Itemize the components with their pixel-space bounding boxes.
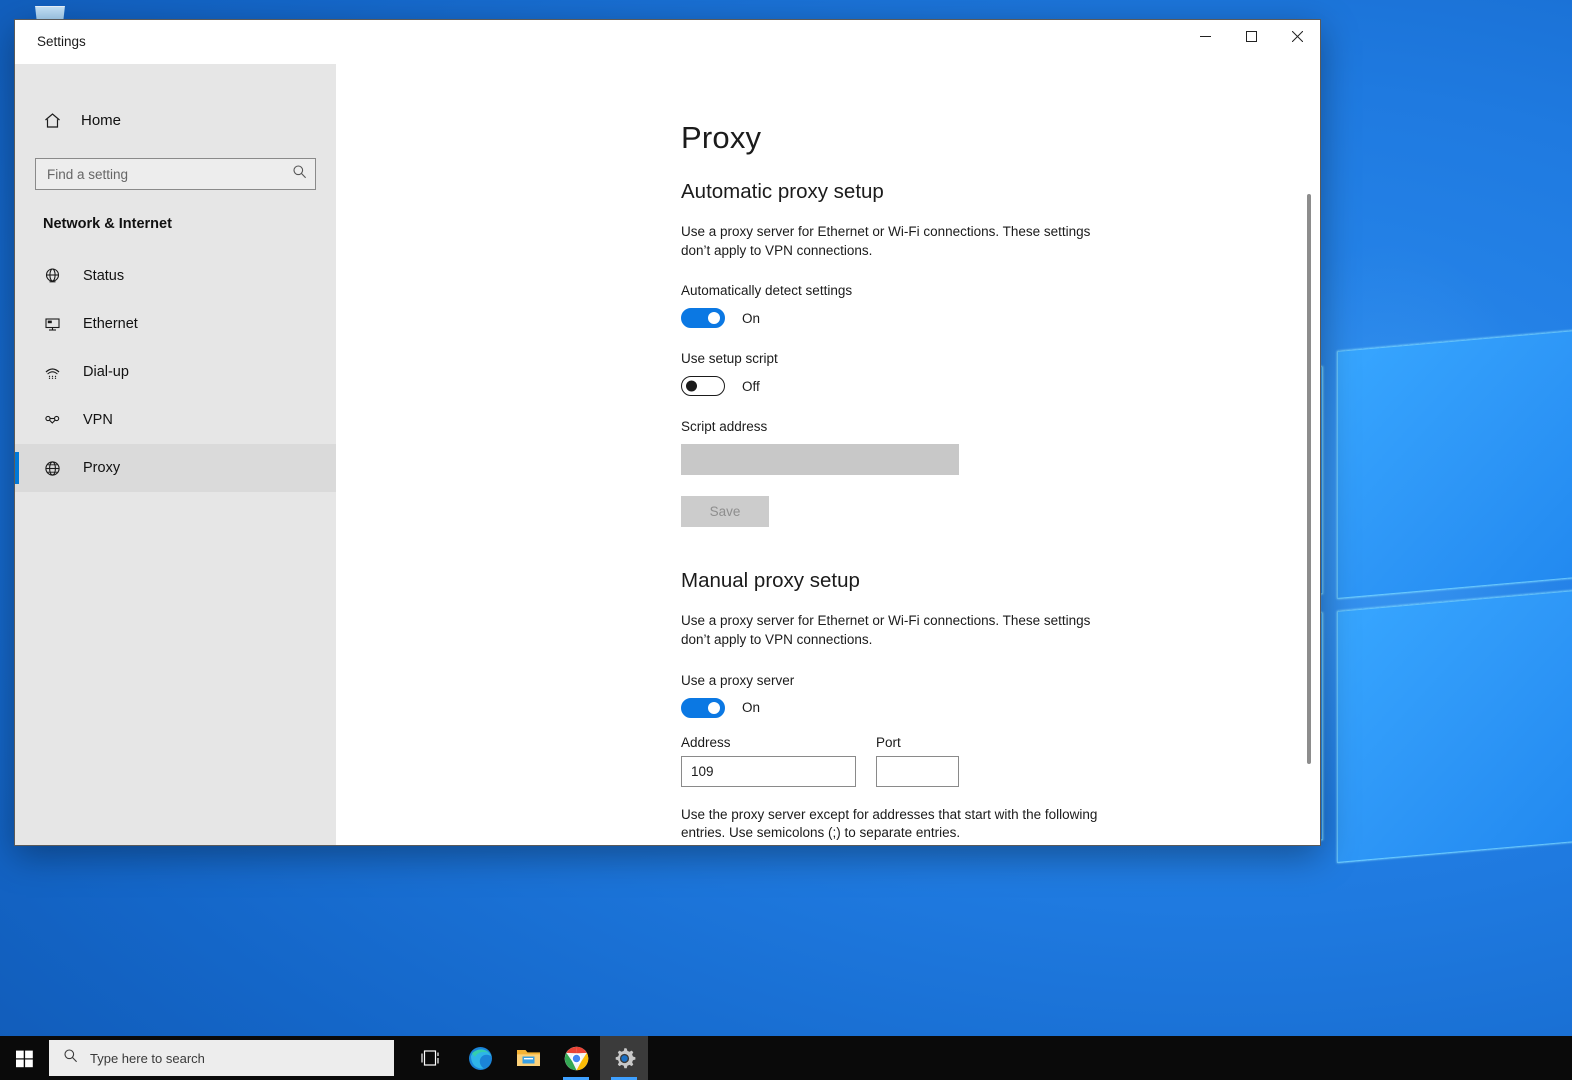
settings-search-box[interactable] [35, 158, 316, 190]
use-setup-script-toggle[interactable] [681, 376, 725, 396]
globe-status-icon [41, 267, 63, 286]
sidebar-item-home[interactable]: Home [41, 100, 336, 140]
address-field-group: Address [681, 735, 856, 787]
automatic-proxy-section-title: Automatic proxy setup [681, 180, 1320, 204]
address-input[interactable] [681, 756, 856, 787]
desktop-background: Recycle Bin Settings [0, 0, 1572, 1080]
use-setup-script-toggle-row: Off [681, 376, 1320, 396]
settings-content-area: Proxy Automatic proxy setup Use a proxy … [336, 64, 1320, 845]
ethernet-icon [41, 315, 63, 334]
taskbar-search-placeholder: Type here to search [90, 1051, 205, 1066]
port-input[interactable] [876, 756, 959, 787]
settings-window: Settings [14, 19, 1321, 846]
sidebar-item-label: Ethernet [83, 316, 138, 332]
sidebar-category-title: Network & Internet [43, 216, 336, 232]
sidebar-nav-list: Status Ethernet [15, 252, 336, 492]
use-proxy-server-toggle[interactable] [681, 698, 725, 718]
sidebar-item-status[interactable]: Status [15, 252, 336, 300]
search-icon [292, 164, 307, 184]
use-proxy-server-label: Use a proxy server [681, 673, 1320, 688]
scrollbar-thumb[interactable] [1307, 194, 1311, 764]
toggle-knob [708, 312, 720, 324]
minimize-button[interactable] [1182, 20, 1228, 52]
page-title: Proxy [681, 120, 1320, 156]
taskbar: Type here to search [0, 1036, 1572, 1080]
task-view-button[interactable] [408, 1036, 456, 1080]
auto-detect-label: Automatically detect settings [681, 283, 1320, 298]
maximize-button[interactable] [1228, 20, 1274, 52]
google-chrome-button[interactable] [552, 1036, 600, 1080]
windows-start-icon [15, 1049, 34, 1068]
manual-proxy-description: Use a proxy server for Ethernet or Wi-Fi… [681, 612, 1111, 649]
search-icon [63, 1048, 78, 1068]
home-icon [41, 111, 63, 130]
port-field-group: Port [876, 735, 959, 787]
use-setup-script-state: Off [742, 379, 760, 394]
proxy-settings-content: Proxy Automatic proxy setup Use a proxy … [336, 64, 1320, 845]
close-button[interactable] [1274, 20, 1320, 52]
auto-detect-state: On [742, 311, 760, 326]
settings-gear-icon [612, 1046, 637, 1071]
use-proxy-server-toggle-row: On [681, 698, 1320, 718]
window-controls [1182, 20, 1320, 52]
wallpaper-pane [1337, 325, 1572, 599]
toggle-knob [708, 702, 720, 714]
use-setup-script-label: Use setup script [681, 351, 1320, 366]
search-input[interactable] [47, 167, 292, 182]
sidebar-item-ethernet[interactable]: Ethernet [15, 300, 336, 348]
window-body: Home Network & Internet [15, 64, 1320, 845]
wallpaper-pane [1337, 585, 1572, 863]
port-label: Port [876, 735, 959, 750]
google-chrome-icon [563, 1045, 590, 1072]
vpn-icon [41, 411, 63, 430]
toggle-knob [686, 381, 697, 392]
auto-detect-toggle[interactable] [681, 308, 725, 328]
script-address-input[interactable] [681, 444, 959, 475]
sidebar-item-label: Dial-up [83, 364, 129, 380]
settings-sidebar: Home Network & Internet [15, 64, 336, 845]
sidebar-item-label: VPN [83, 412, 113, 428]
auto-detect-toggle-row: On [681, 308, 1320, 328]
window-titlebar[interactable]: Settings [15, 20, 1320, 64]
sidebar-item-label: Home [81, 112, 121, 129]
sidebar-item-proxy[interactable]: Proxy [15, 444, 336, 492]
manual-proxy-section-title: Manual proxy setup [681, 569, 1320, 593]
task-view-icon [421, 1048, 443, 1068]
sidebar-item-label: Proxy [83, 460, 120, 476]
exceptions-description: Use the proxy server except for addresse… [681, 806, 1111, 843]
window-title: Settings [37, 34, 86, 49]
microsoft-edge-button[interactable] [456, 1036, 504, 1080]
address-label: Address [681, 735, 856, 750]
globe-proxy-icon [41, 459, 63, 478]
save-button[interactable]: Save [681, 496, 769, 527]
content-scrollbar[interactable] [1302, 176, 1316, 776]
automatic-proxy-description: Use a proxy server for Ethernet or Wi-Fi… [681, 223, 1111, 260]
settings-taskbar-button[interactable] [600, 1036, 648, 1080]
dialup-icon [41, 363, 63, 382]
address-port-row: Address Port [681, 735, 1320, 787]
use-proxy-server-state: On [742, 700, 760, 715]
sidebar-item-dial-up[interactable]: Dial-up [15, 348, 336, 396]
file-explorer-icon [515, 1046, 542, 1070]
taskbar-search-box[interactable]: Type here to search [49, 1040, 394, 1076]
microsoft-edge-icon [467, 1045, 494, 1072]
sidebar-item-label: Status [83, 268, 124, 284]
file-explorer-button[interactable] [504, 1036, 552, 1080]
sidebar-item-vpn[interactable]: VPN [15, 396, 336, 444]
start-button[interactable] [0, 1036, 48, 1080]
script-address-label: Script address [681, 419, 1320, 434]
